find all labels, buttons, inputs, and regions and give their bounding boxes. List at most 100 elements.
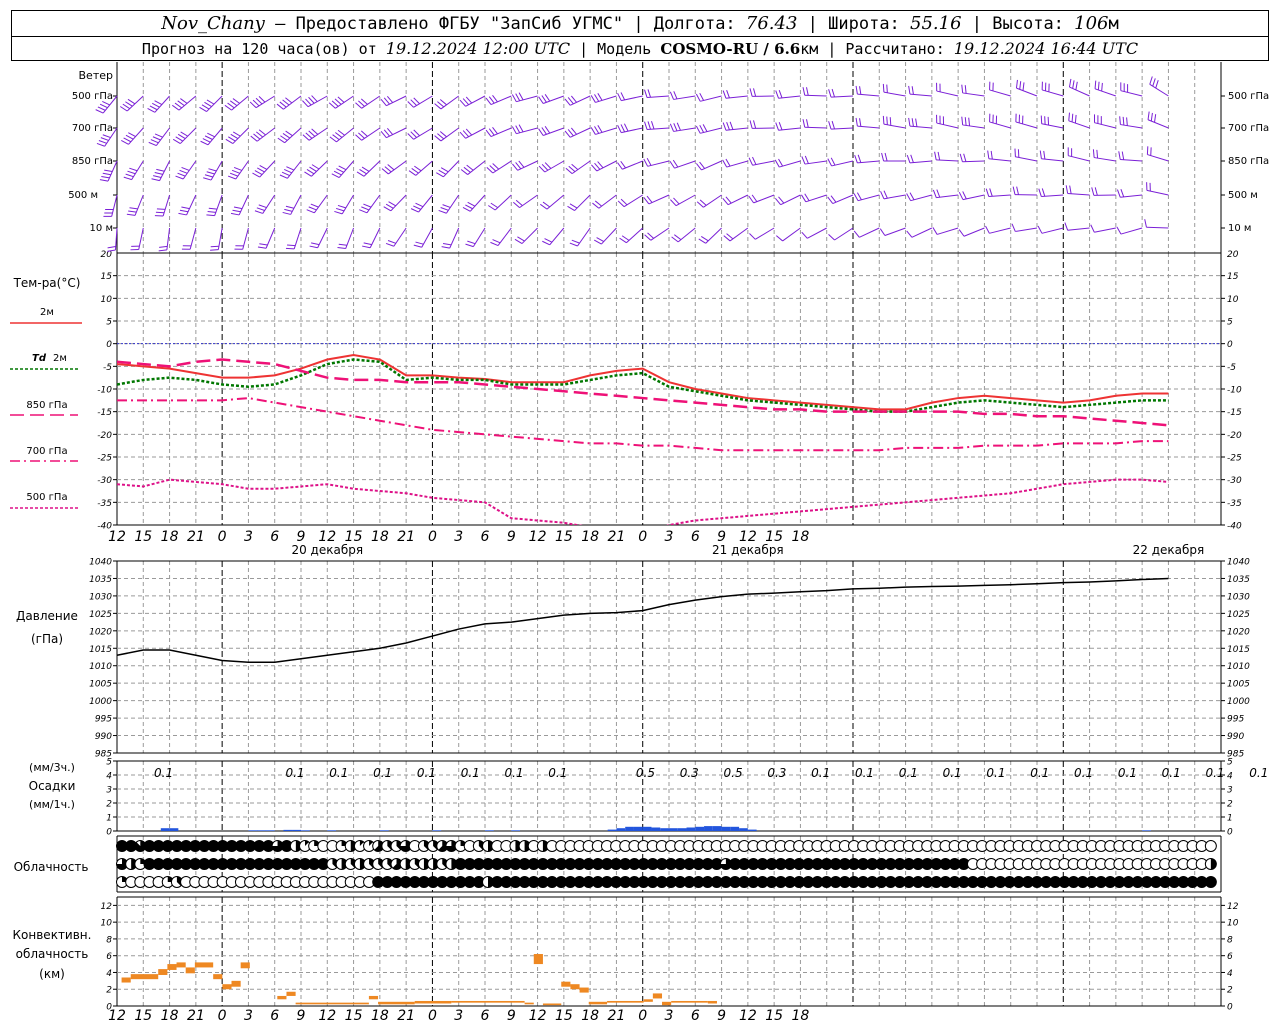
wind-barb (1015, 227, 1038, 232)
precip-bar (1142, 830, 1151, 831)
conv-unit: (км) (39, 967, 65, 981)
wind-barb-feather (749, 120, 753, 129)
cloud-fill (1205, 876, 1217, 888)
wind-barb-feather (465, 243, 474, 248)
wind-barb-feather (889, 117, 892, 126)
wind-barb-feather (383, 206, 392, 212)
wind-barb-feather (1019, 81, 1022, 90)
time-label-bottom: 18 (792, 1008, 810, 1024)
wind-barb-feather (590, 95, 596, 103)
wind-barb-feather (670, 199, 677, 207)
precip-ytick-label: 1 (1227, 814, 1233, 824)
time-label: 3 (244, 529, 253, 545)
wind-barb-feather (958, 191, 964, 200)
time-label-bottom: 0 (638, 1008, 647, 1024)
wind-barb-feather (158, 249, 167, 252)
wind-barb-feather (355, 134, 362, 141)
pressure-ytick-label: 1025 (1227, 610, 1250, 620)
wind-barb-feather (204, 135, 213, 140)
conv-title-2: облачность (16, 947, 89, 961)
wind-barb-feather (334, 210, 343, 215)
wind-barb-feather (884, 152, 888, 162)
conv-ytick-label: 4 (1227, 969, 1233, 979)
time-label-bottom: 15 (345, 1008, 363, 1024)
wind-barb-feather (1012, 186, 1016, 195)
time-label: 12 (529, 529, 547, 545)
wind-barb-feather (415, 241, 424, 245)
time-label: 9 (507, 529, 516, 545)
wind-barb-feather (208, 168, 217, 172)
wind-barb-feather (259, 243, 268, 246)
precip-ytick-label: 4 (106, 772, 112, 782)
wind-barb-feather (302, 134, 310, 141)
wind-barb-feather (699, 161, 706, 169)
wind-barb-feather (908, 117, 911, 127)
wind-barb (1094, 227, 1116, 233)
wind-barb-feather (252, 172, 260, 178)
wind-barb-feather (224, 104, 232, 111)
wind-barb-feather (233, 206, 243, 210)
wind-barb-feather (490, 241, 499, 247)
wind-barb-feather (592, 202, 600, 209)
wind-barb-feather (102, 134, 111, 139)
conv-bar (277, 995, 287, 1000)
time-label: 3 (454, 529, 463, 545)
wind-barb-feather (256, 131, 264, 138)
temp-ytick-label: -30 (97, 476, 112, 486)
wind-barb-feather (804, 155, 809, 164)
wind-barb-feather (434, 103, 442, 110)
wind-barb-feather (511, 126, 517, 134)
wind-barb-feather (178, 212, 187, 216)
wind-barb (755, 227, 775, 240)
temp-ytick-label: -30 (1227, 476, 1242, 486)
precip-3h-label: 0.1 (1249, 766, 1268, 780)
wind-barb-feather (647, 89, 652, 98)
wind-barb-feather (490, 202, 499, 209)
wind-barb-feather (1064, 222, 1069, 231)
wind-barb-feather (302, 100, 309, 108)
wind-barb-feather (830, 157, 836, 166)
wind-barb-feather (172, 104, 180, 111)
conv-bar (213, 974, 223, 980)
wind-barb-feather (722, 122, 727, 131)
wind-barb-feather (281, 171, 290, 177)
wind-barb-feather (311, 128, 319, 135)
wind-barb-feather (570, 95, 577, 103)
wind-barb-feather (152, 102, 160, 108)
wind-barb-feather (1015, 79, 1018, 89)
precip-3h-label: 0.1 (811, 766, 830, 780)
wind-barb-feather (1126, 117, 1128, 126)
wind-barb-feather (644, 121, 648, 130)
wind-barb-feather (597, 161, 604, 169)
wind-barb (834, 227, 854, 241)
time-label-bottom: 21 (608, 1008, 626, 1024)
wind-barb-feather (1154, 114, 1157, 123)
wind-barb-feather (337, 204, 346, 209)
wind-barb-feather (1091, 187, 1095, 196)
wind-barb-feather (620, 160, 626, 169)
time-label-bottom: 3 (244, 1008, 253, 1024)
wind-barb-feather (620, 92, 626, 101)
precip-bar (169, 828, 179, 831)
wind-barb-feather (802, 119, 806, 128)
precip-ytick-label: 2 (1227, 800, 1233, 810)
temp-ytick-label: -15 (1227, 408, 1242, 418)
wind-barb-feather (338, 243, 348, 246)
wind-barb-feather (463, 166, 471, 173)
wind-barb-feather (305, 98, 312, 106)
conv-ytick-label: 12 (101, 902, 113, 912)
precip-ytick-label: 1 (106, 814, 112, 824)
wind-barb-feather (882, 83, 885, 93)
conv-bar (579, 987, 589, 993)
wind-barb-feather (1094, 187, 1098, 196)
wind-barb-feather (159, 245, 168, 248)
wind-barb-feather (1065, 185, 1069, 194)
wind-barb-feather (229, 100, 238, 107)
precip-bar (379, 830, 389, 831)
wind-barb-feather (407, 133, 414, 140)
wind-barb-feather (542, 201, 550, 208)
wind-barb-feather (886, 116, 888, 125)
wind-barb-feather (1016, 186, 1019, 195)
conv-ytick-label: 6 (106, 952, 112, 962)
wind-barb-feather (518, 92, 524, 101)
